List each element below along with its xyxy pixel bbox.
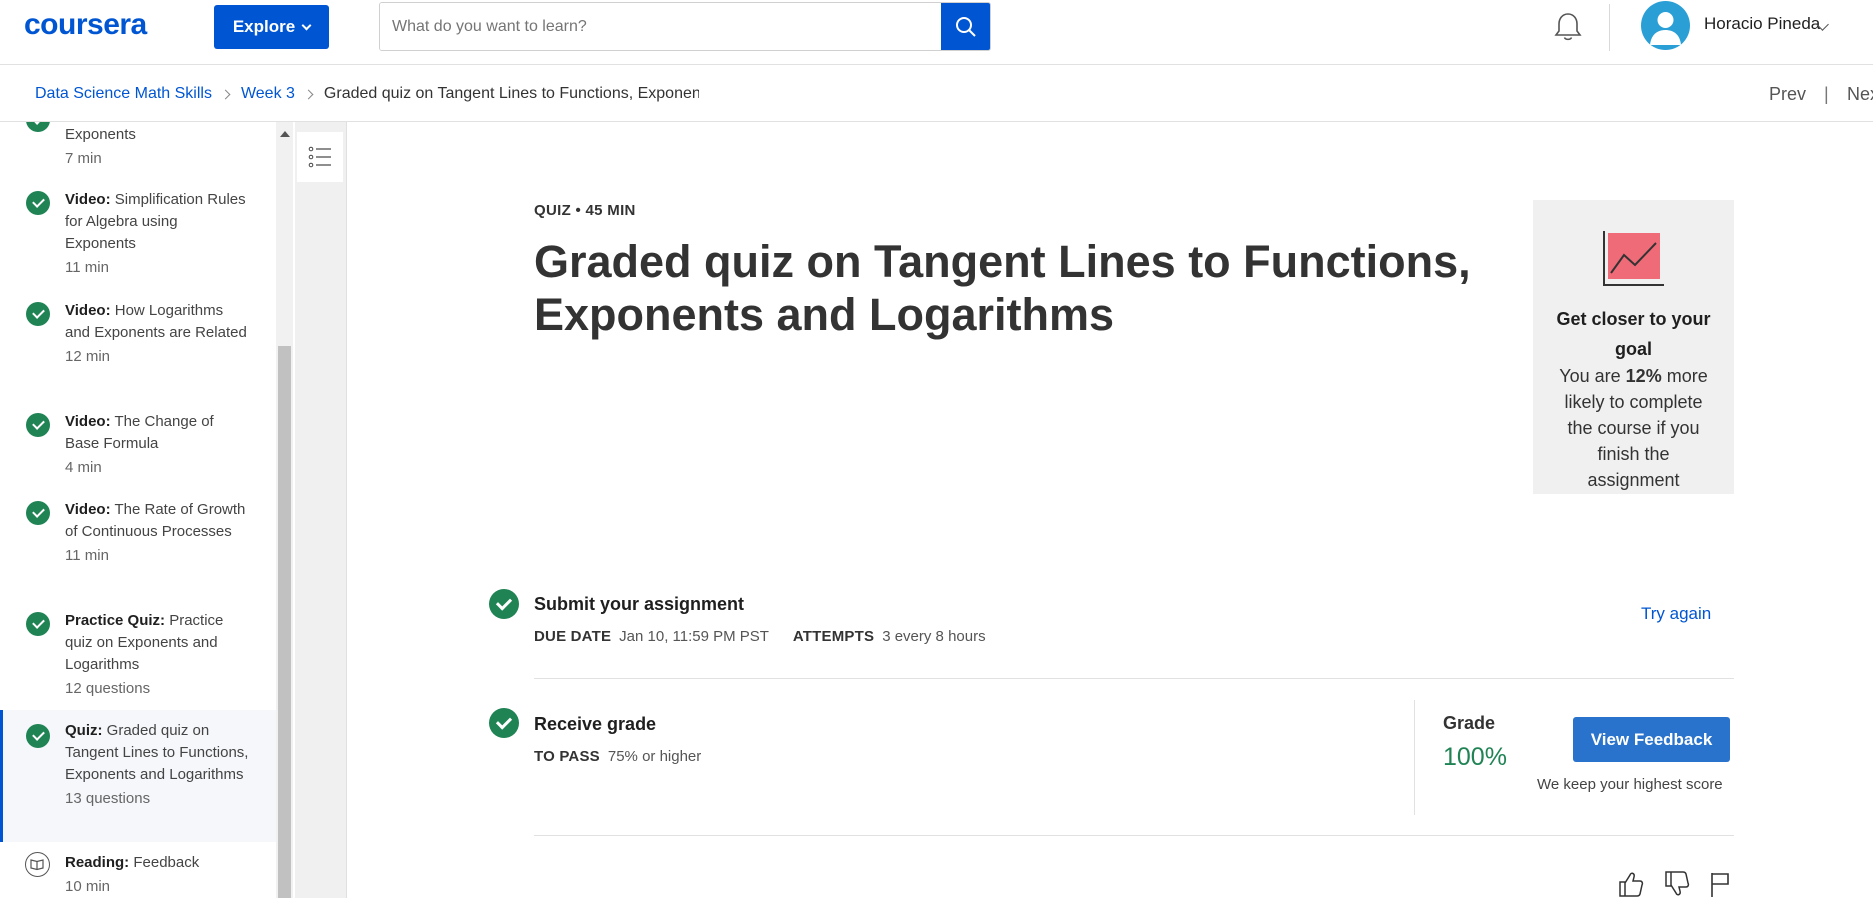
user-icon — [1650, 12, 1681, 45]
sidebar-item-meta: 12 min — [65, 348, 111, 365]
check-icon — [489, 708, 519, 738]
check-icon — [26, 122, 50, 132]
sidebar-item-text: Video: Simplification Rules for Algebra … — [65, 189, 250, 279]
view-feedback-button[interactable]: View Feedback — [1573, 717, 1730, 762]
goal-card-body: You are 12% more likely to complete the … — [1533, 363, 1734, 493]
sidebar-item-title: Feedback — [133, 854, 200, 871]
sidebar-item-text: Quiz: Graded quiz on Tangent Lines to Fu… — [65, 720, 250, 810]
sidebar-item-meta: 13 questions — [65, 790, 151, 807]
sidebar-item-practice-quiz[interactable]: Practice Quiz: Practice quiz on Exponent… — [65, 610, 250, 700]
sidebar-item-type: Video: — [65, 501, 111, 518]
receive-grade-title: Receive grade — [534, 714, 657, 734]
explore-label: Explore — [232, 17, 296, 36]
chevron-down-icon — [301, 20, 312, 30]
sidebar-item-text: Exponents 7 min — [65, 122, 250, 170]
chevron-right-icon — [303, 89, 314, 99]
sidebar-scrollbar[interactable] — [276, 122, 293, 898]
thumbs-up-icon[interactable] — [1619, 872, 1644, 897]
divider — [534, 678, 1734, 679]
breadcrumb-bar: Data Science Math Skills Week 3 Graded q… — [0, 66, 1873, 122]
sidebar-item-meta: 4 min — [65, 459, 102, 476]
coursera-logo[interactable]: coursera — [24, 8, 147, 42]
due-date-label: DUE DATE — [534, 628, 612, 645]
to-pass-value: 75% or higher — [607, 748, 702, 765]
scroll-thumb[interactable] — [278, 346, 291, 898]
chevron-right-icon — [220, 89, 231, 99]
breadcrumb: Data Science Math Skills Week 3 Graded q… — [35, 85, 699, 103]
chart-goal-icon — [1603, 231, 1664, 286]
grade-divider — [1414, 700, 1415, 815]
goal-card-percent: 12% — [1625, 366, 1662, 386]
explore-button[interactable]: Explore — [214, 5, 329, 49]
next-link[interactable]: Next — [1847, 84, 1873, 105]
goal-card-body-prefix: You are — [1559, 366, 1626, 386]
try-again-link[interactable]: Try again — [1641, 604, 1711, 624]
toc-toggle-button[interactable] — [297, 132, 343, 182]
attempts-value: 3 every 8 hours — [882, 628, 986, 645]
sidebar-item-rate-of-growth[interactable]: Video: The Rate of Growth of Continuous … — [65, 499, 250, 567]
goal-card-title: Get closer to your goal — [1556, 309, 1711, 359]
sidebar-item-feedback-reading[interactable]: Reading: Feedback 10 min — [65, 852, 250, 898]
sidebar-item-type: Video: — [65, 413, 111, 430]
sidebar-item-type: Practice Quiz: — [65, 612, 166, 629]
check-icon — [489, 589, 519, 619]
sidebar-item-overflow-line — [65, 122, 250, 124]
check-icon — [26, 724, 50, 748]
prev-link[interactable]: Prev — [1769, 84, 1806, 105]
main-content: QUIZ • 45 MIN Graded quiz on Tangent Lin… — [348, 122, 1873, 898]
sidebar-item-type: Video: — [65, 191, 111, 208]
list-icon — [308, 146, 331, 168]
avatar[interactable] — [1641, 1, 1690, 50]
grade-value: 100% — [1443, 743, 1507, 771]
sidebar-item-meta: 7 min — [65, 150, 102, 167]
check-icon — [26, 191, 50, 215]
highest-score-note: We keep your highest score — [1537, 776, 1723, 793]
bell-icon[interactable] — [1551, 10, 1585, 44]
breadcrumb-week[interactable]: Week 3 — [241, 85, 295, 103]
item-kicker: QUIZ • 45 MIN — [534, 202, 636, 219]
pass-meta: TO PASS 75% or higher — [534, 748, 701, 765]
search-button[interactable] — [941, 3, 990, 50]
check-icon — [26, 612, 50, 636]
prev-next-divider: | — [1824, 84, 1829, 104]
search-icon — [955, 16, 976, 37]
user-name[interactable]: Horacio Pineda — [1704, 14, 1820, 34]
sidebar-item-type: Quiz: — [65, 722, 103, 739]
divider — [534, 835, 1734, 836]
attempts-label: ATTEMPTS — [792, 628, 875, 645]
sidebar-item-how-logarithms[interactable]: Video: How Logarithms and Exponents are … — [65, 300, 250, 368]
sidebar-item-meta: 10 min — [65, 878, 111, 895]
sidebar-item-meta: 12 questions — [65, 680, 151, 697]
goal-card: Get closer to your goal You are 12% more… — [1533, 200, 1734, 494]
grade-label: Grade — [1443, 713, 1496, 733]
breadcrumb-current: Graded quiz on Tangent Lines to Function… — [323, 85, 699, 102]
search-input[interactable] — [380, 3, 942, 50]
feedback-icons — [1619, 871, 1729, 897]
breadcrumb-course[interactable]: Data Science Math Skills — [35, 85, 212, 103]
sidebar-item-type: Reading: — [65, 854, 130, 871]
search-bar — [379, 2, 991, 51]
toc-column — [295, 122, 347, 898]
thumbs-down-icon[interactable] — [1665, 871, 1690, 896]
sidebar-item-type: Video: — [65, 302, 111, 319]
submit-title: Submit your assignment — [534, 594, 745, 614]
course-sidebar: Exponents 7 min Video: Simplification Ru… — [0, 122, 276, 898]
top-navigation-bar: coursera Explore Horacio Pineda — [0, 0, 1873, 65]
check-icon — [26, 501, 50, 525]
scroll-up-arrow-icon[interactable] — [280, 131, 290, 137]
page-title: Graded quiz on Tangent Lines to Function… — [534, 236, 1471, 340]
sidebar-item-meta: 11 min — [65, 259, 109, 276]
check-icon — [26, 413, 50, 437]
flag-icon[interactable] — [1711, 873, 1729, 897]
sidebar-item-change-of-base[interactable]: Video: The Change of Base Formula 4 min — [65, 411, 250, 479]
to-pass-label: TO PASS — [534, 748, 600, 765]
book-icon — [25, 852, 50, 877]
due-date-value: Jan 10, 11:59 PM PST — [619, 628, 769, 645]
submit-meta: DUE DATE Jan 10, 11:59 PM PST ATTEMPTS 3 e… — [534, 628, 986, 645]
sidebar-item-title: Exponents — [65, 126, 136, 143]
sidebar-item-meta: 11 min — [65, 547, 109, 564]
header-divider — [1609, 4, 1610, 51]
check-icon — [26, 302, 50, 326]
